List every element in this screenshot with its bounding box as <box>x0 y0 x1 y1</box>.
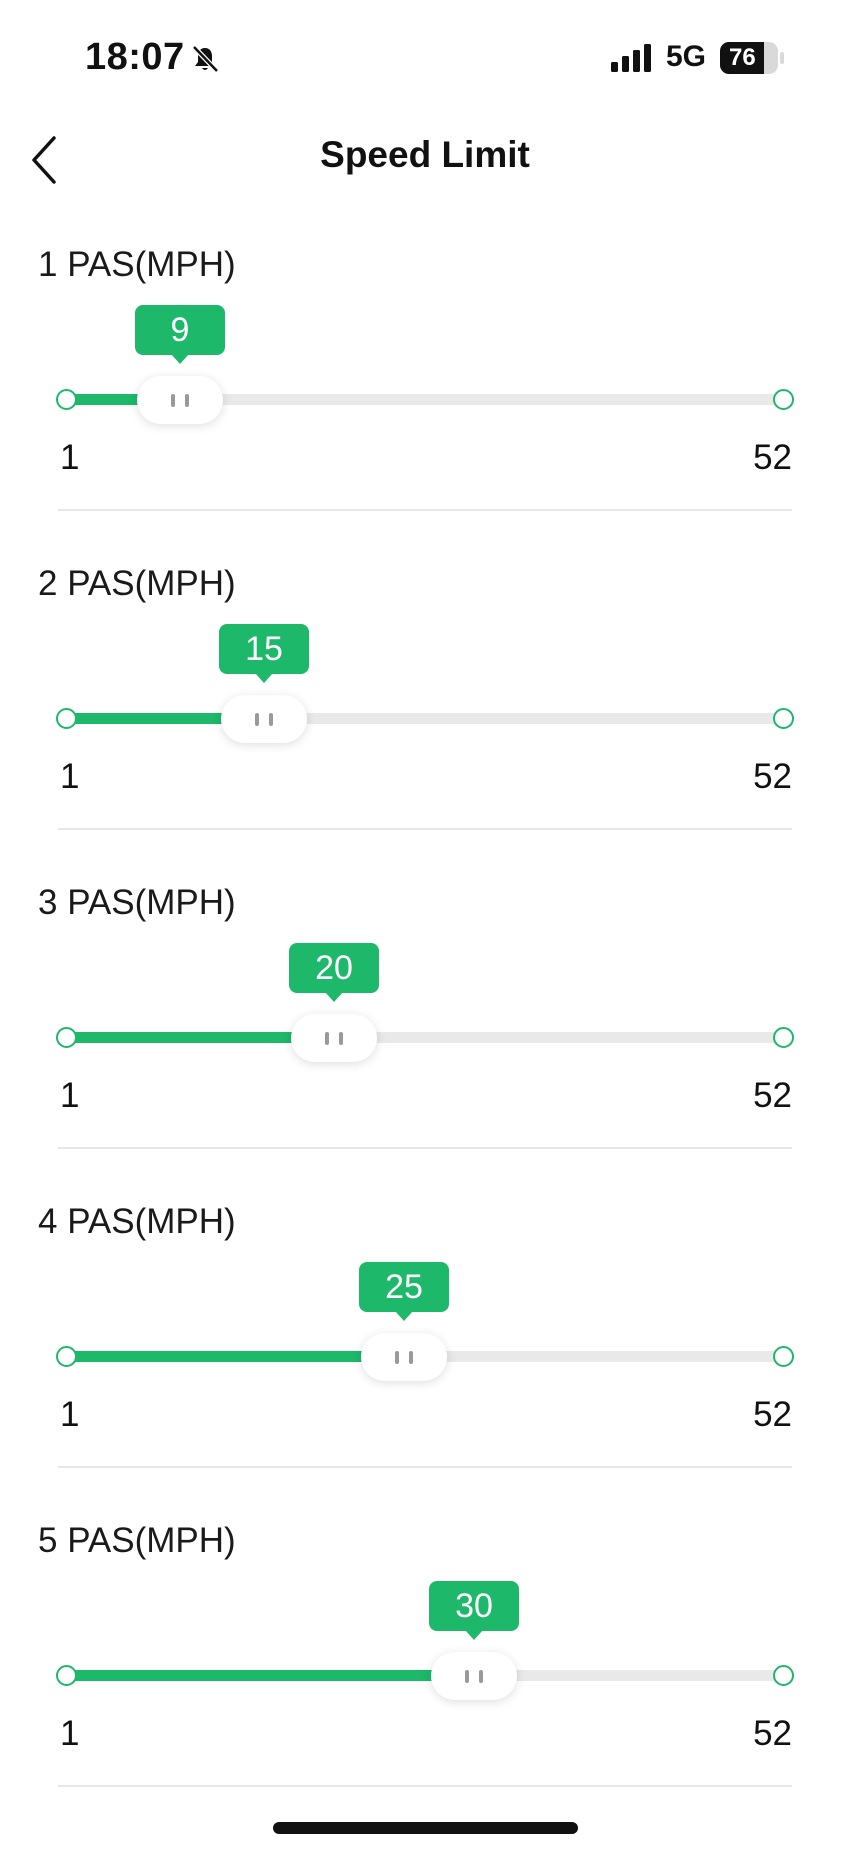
slider-value: 9 <box>170 311 190 349</box>
speed-slider[interactable]: 25 <box>54 1262 796 1382</box>
slider-max-dot <box>773 708 794 729</box>
slider-max-dot <box>773 1665 794 1686</box>
section-divider <box>58 828 792 830</box>
pas-level-label: 4 PAS(MPH) <box>38 1202 236 1241</box>
slider-thumb[interactable] <box>431 1652 517 1700</box>
pas-level-label: 1 PAS(MPH) <box>38 245 236 284</box>
grip-line-icon <box>269 713 273 726</box>
grip-line-icon <box>171 394 175 407</box>
slider-value: 30 <box>455 1587 493 1625</box>
grip-line-icon <box>409 1351 413 1364</box>
battery-tip <box>780 52 784 64</box>
slider-max-dot <box>773 1346 794 1367</box>
slider-track-fill <box>68 1351 404 1362</box>
slider-min-dot <box>56 1027 77 1048</box>
grip-line-icon <box>395 1351 399 1364</box>
slider-value-tooltip: 25 <box>359 1262 449 1321</box>
speed-limit-section: 5 PAS(MPH) 30 1 52 <box>0 1521 850 1840</box>
slider-min-label: 1 <box>60 1714 80 1753</box>
slider-value: 25 <box>385 1268 423 1306</box>
network-type: 5G <box>666 40 707 73</box>
page-title: Speed Limit <box>320 134 530 175</box>
slider-value-tooltip: 30 <box>429 1581 519 1640</box>
slider-max-label: 52 <box>753 1395 792 1434</box>
slider-max-label: 52 <box>753 438 792 477</box>
tooltip-arrow <box>255 673 273 683</box>
slider-value-tooltip: 15 <box>219 624 309 683</box>
slider-max-dot <box>773 389 794 410</box>
slider-thumb[interactable] <box>361 1333 447 1381</box>
slider-min-dot <box>56 708 77 729</box>
tooltip-arrow <box>325 992 343 1002</box>
slider-min-label: 1 <box>60 757 80 796</box>
section-divider <box>58 1466 792 1468</box>
slider-min-dot <box>56 389 77 410</box>
slider-min-dot <box>56 1346 77 1367</box>
grip-line-icon <box>185 394 189 407</box>
speed-slider[interactable]: 20 <box>54 943 796 1063</box>
pas-level-label: 5 PAS(MPH) <box>38 1521 236 1560</box>
slider-min-label: 1 <box>60 1076 80 1115</box>
home-indicator[interactable] <box>273 1822 578 1834</box>
tooltip-arrow <box>465 1630 483 1640</box>
grip-line-icon <box>255 713 259 726</box>
slider-max-label: 52 <box>753 757 792 796</box>
battery-icon: 76 <box>720 42 778 74</box>
tooltip-arrow <box>171 354 189 364</box>
grip-line-icon <box>465 1670 469 1683</box>
grip-line-icon <box>479 1670 483 1683</box>
slider-value-tooltip: 9 <box>135 305 225 364</box>
bell-slash-icon <box>192 45 219 73</box>
pas-level-label: 3 PAS(MPH) <box>38 883 236 922</box>
speed-limit-section: 4 PAS(MPH) 25 1 52 <box>0 1202 850 1521</box>
slider-thumb[interactable] <box>291 1014 377 1062</box>
slider-min-label: 1 <box>60 1395 80 1434</box>
slider-thumb[interactable] <box>221 695 307 743</box>
slider-thumb[interactable] <box>137 376 223 424</box>
slider-max-dot <box>773 1027 794 1048</box>
tooltip-arrow <box>395 1311 413 1321</box>
status-bar: 18:07 5G 76 <box>0 0 850 110</box>
speed-slider[interactable]: 30 <box>54 1581 796 1701</box>
slider-min-label: 1 <box>60 438 80 477</box>
slider-min-dot <box>56 1665 77 1686</box>
pas-level-label: 2 PAS(MPH) <box>38 564 236 603</box>
status-time: 18:07 <box>85 36 185 78</box>
slider-max-label: 52 <box>753 1714 792 1753</box>
slider-value: 15 <box>245 630 283 668</box>
slider-value-tooltip: 20 <box>289 943 379 1002</box>
navigation-bar: Speed Limit <box>0 110 850 210</box>
section-divider <box>58 1785 792 1787</box>
slider-value: 20 <box>315 949 353 987</box>
speed-limit-section: 2 PAS(MPH) 15 1 52 <box>0 564 850 883</box>
grip-line-icon <box>339 1032 343 1045</box>
cellular-signal-icon <box>611 44 651 72</box>
section-divider <box>58 509 792 511</box>
speed-limit-section: 3 PAS(MPH) 20 1 52 <box>0 883 850 1202</box>
battery-level: 76 <box>729 44 756 71</box>
grip-line-icon <box>325 1032 329 1045</box>
section-divider <box>58 1147 792 1149</box>
speed-limit-section: 1 PAS(MPH) 9 1 52 <box>0 245 850 564</box>
slider-max-label: 52 <box>753 1076 792 1115</box>
speed-slider[interactable]: 9 <box>54 305 796 425</box>
slider-track-fill <box>68 1670 474 1681</box>
speed-slider[interactable]: 15 <box>54 624 796 744</box>
